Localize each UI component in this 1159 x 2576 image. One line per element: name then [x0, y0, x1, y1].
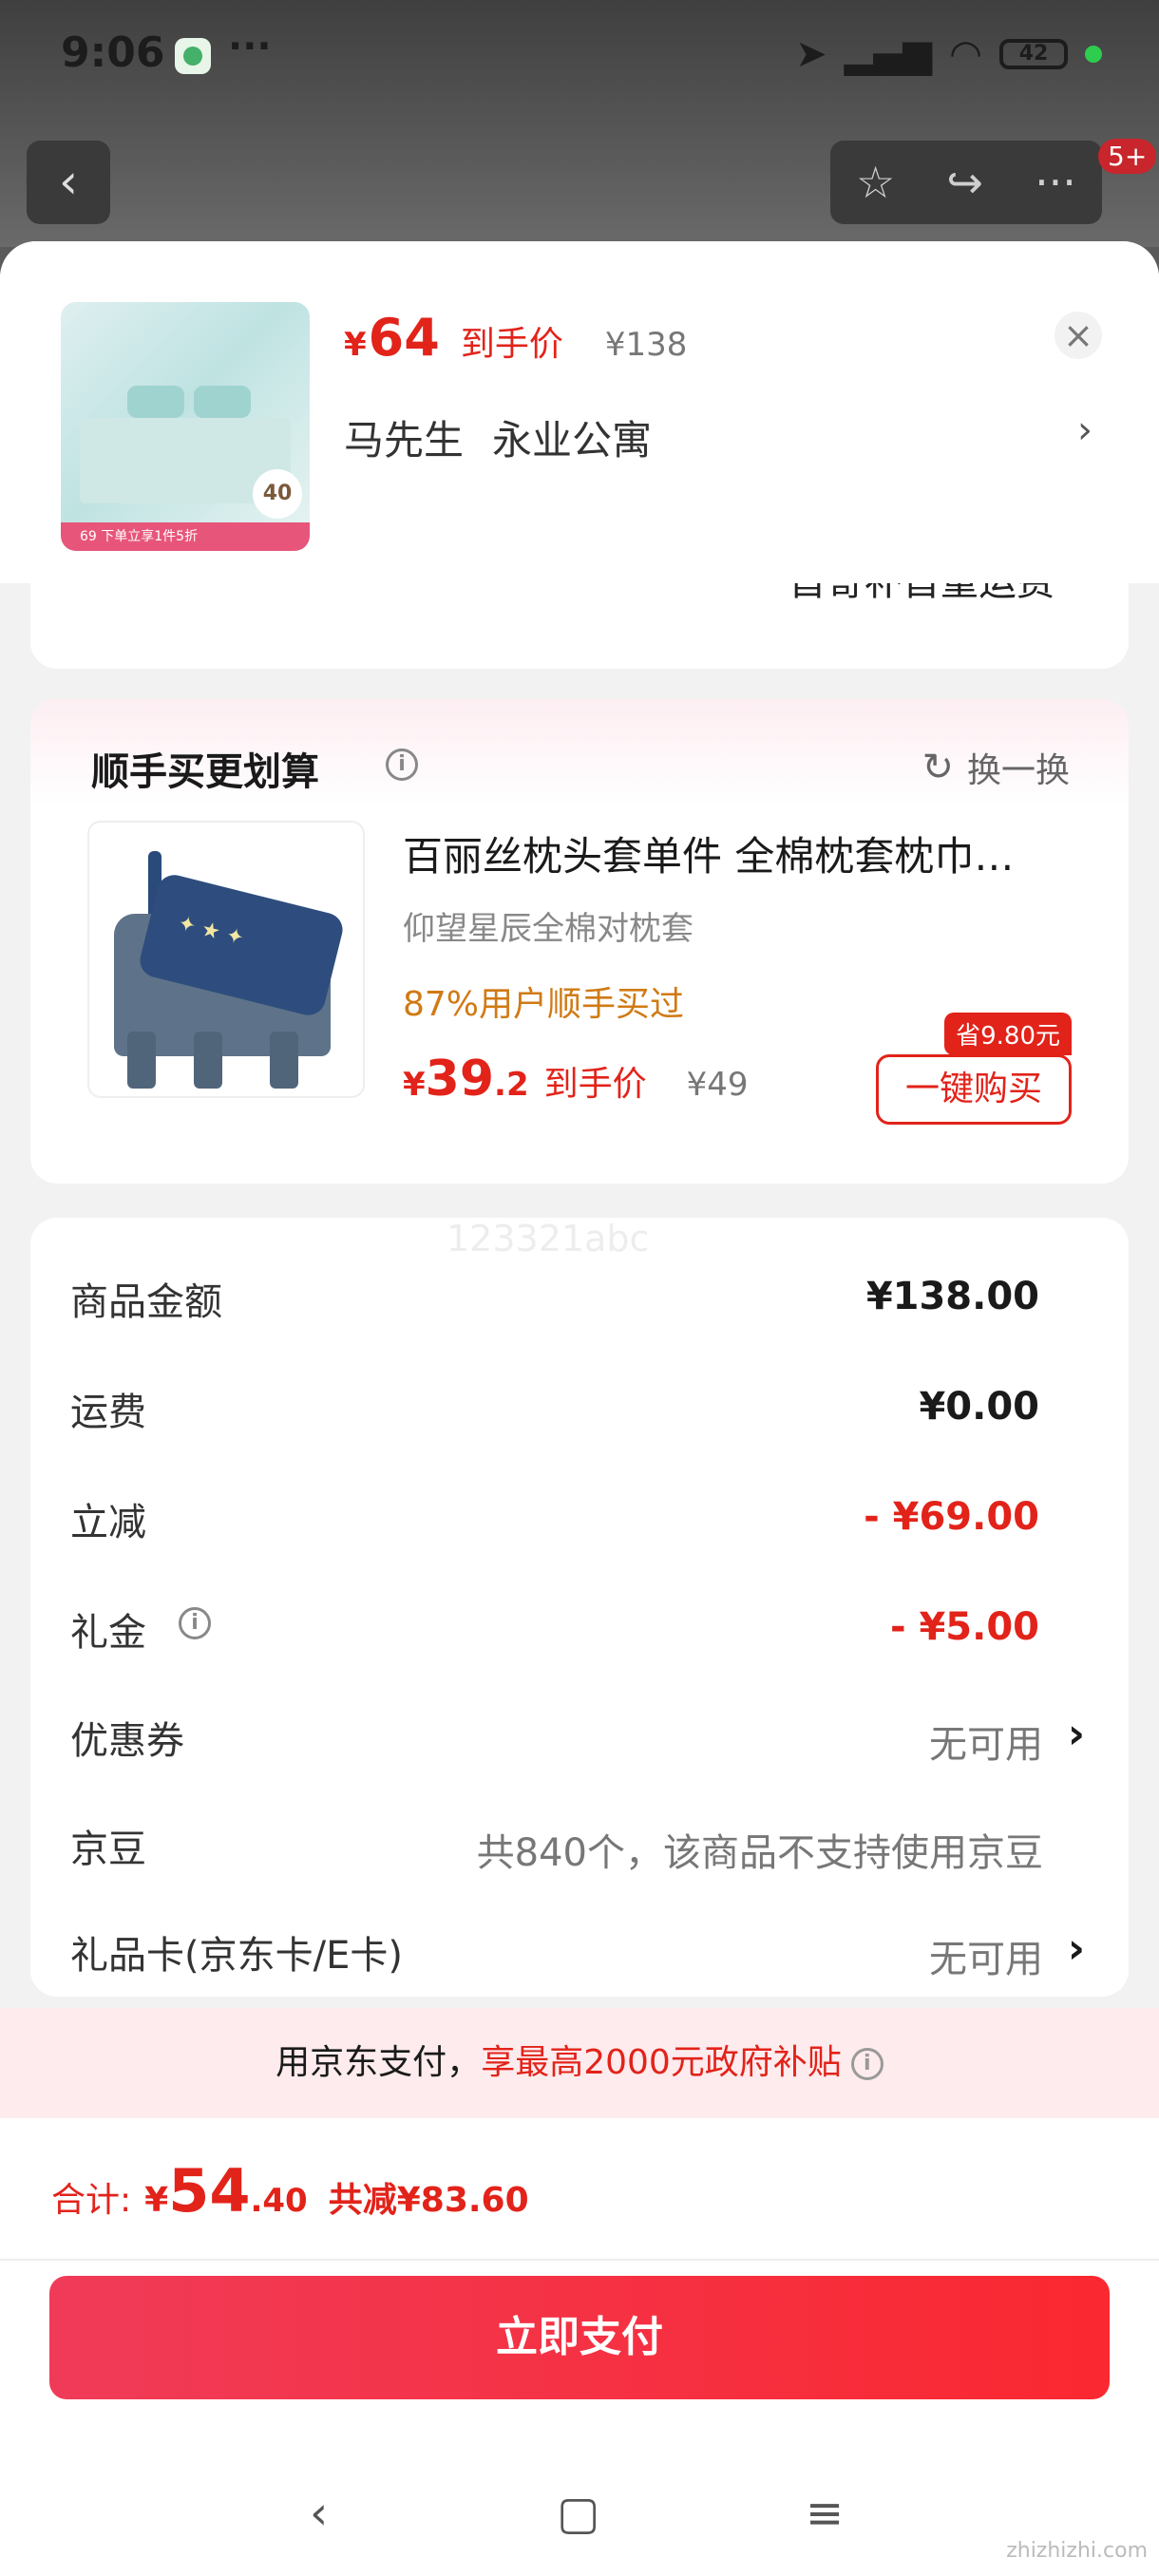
- order-summary: 40 69 下单立享1件5折 ¥ 64 到手价 ¥138 × 马先生 永业公寓 ›: [0, 241, 1159, 583]
- price-integer: 39: [425, 1051, 495, 1108]
- message-app-icon: [175, 38, 211, 74]
- product-thumbnail: 40 69 下单立享1件5折: [61, 302, 310, 551]
- refresh-icon: ↻: [922, 746, 954, 789]
- currency-symbol: ¥: [403, 1066, 426, 1104]
- address-text: 永业公寓: [492, 417, 653, 464]
- buyers-note: 87%用户顺手买过: [403, 985, 685, 1024]
- back-button[interactable]: ‹: [27, 141, 110, 224]
- one-click-buy-button[interactable]: 一键购买: [876, 1054, 1072, 1125]
- original-price: ¥49: [686, 1066, 749, 1104]
- chevron-right-icon[interactable]: ›: [1068, 1710, 1085, 1758]
- fee-row-gift-card[interactable]: 礼品卡(京东卡/E卡) 无可用 ›: [30, 1924, 1129, 2000]
- status-time: 9:06: [61, 28, 165, 77]
- fee-value: ¥0.00: [919, 1385, 1039, 1429]
- fee-label: 礼品卡(京东卡/E卡): [70, 1934, 403, 1978]
- watermark: 123321abc: [446, 1218, 650, 1260]
- recipient-name: 马先生: [344, 417, 465, 464]
- signal-icon: ▂▄▆: [844, 32, 933, 76]
- subsidy-banner[interactable]: 用京东支付，享最高2000元政府补贴 i: [0, 2008, 1159, 2118]
- system-back-icon[interactable]: ‹: [310, 2487, 328, 2540]
- fee-row-goods: 商品金额 ¥138.00: [30, 1271, 1129, 1347]
- fee-row-gift-money: 礼金 i - ¥5.00: [30, 1601, 1129, 1677]
- thumb-pillow: [194, 386, 251, 418]
- share-icon[interactable]: ↪: [946, 157, 983, 208]
- wifi-icon: ◠: [949, 32, 982, 76]
- fee-label: 立减: [70, 1501, 146, 1544]
- site-watermark: zhizhizhi.com: [1006, 2539, 1148, 2563]
- fee-value: - ¥69.00: [864, 1495, 1039, 1539]
- info-icon[interactable]: i: [850, 2048, 884, 2080]
- addon-recommendation: 顺手买更划算 i ↻ 换一换 百丽丝枕头套单件 全棉枕套枕巾… 仰望星辰全棉对枕…: [30, 699, 1129, 1184]
- price-tag: 到手价: [543, 1065, 647, 1104]
- price-tag: 到手价: [460, 325, 563, 364]
- total-saved: 共减¥83.60: [328, 2181, 529, 2220]
- swap-label: 换一换: [966, 751, 1070, 790]
- recommend-product-image[interactable]: [87, 821, 365, 1098]
- fee-label: 运费: [70, 1391, 146, 1434]
- fee-row-coupon[interactable]: 优惠券 无可用 ›: [30, 1710, 1129, 1786]
- status-more: ···: [228, 25, 272, 68]
- fee-label: 优惠券: [70, 1719, 184, 1763]
- fee-label: 商品金额: [70, 1280, 222, 1324]
- fee-row-jingdou: 京豆 共840个，该商品不支持使用京豆: [30, 1818, 1129, 1894]
- total-decimal: .40: [250, 2182, 308, 2220]
- swap-button[interactable]: ↻ 换一换: [922, 743, 1070, 792]
- status-indicators: ➤ ▂▄▆ ◠ 42: [795, 32, 1102, 76]
- status-bar: 9:06 ··· ➤ ▂▄▆ ◠ 42: [0, 0, 1159, 114]
- privacy-dot-icon: [1085, 46, 1102, 63]
- price-value: 64: [368, 308, 440, 368]
- recommend-product-variant: 仰望星辰全棉对枕套: [403, 910, 694, 948]
- message-badge: 5+: [1098, 139, 1157, 174]
- subsidy-highlight: 享最高2000元政府补贴: [481, 2043, 842, 2082]
- fee-breakdown: 123321abc 商品金额 ¥138.00 运费 ¥0.00 立减 - ¥69…: [30, 1218, 1129, 1997]
- more-icon[interactable]: ···: [1035, 157, 1076, 208]
- checkout-sheet: 40 69 下单立享1件5折 ¥ 64 到手价 ¥138 × 马先生 永业公寓 ›…: [0, 241, 1159, 2576]
- save-badge: 省9.80元: [944, 1013, 1072, 1055]
- pay-area: 立即支付 ‹ ▢ ≡ zhizhizhi.com: [0, 2261, 1159, 2576]
- chevron-right-icon[interactable]: ›: [1077, 408, 1092, 452]
- fee-value: 无可用: [929, 1723, 1043, 1767]
- total-integer: 54: [168, 2156, 251, 2226]
- chevron-right-icon[interactable]: ›: [1068, 1924, 1085, 1973]
- fee-row-discount: 立减 - ¥69.00: [30, 1491, 1129, 1567]
- order-total: 合计: ¥ 54 .40 共减¥83.60: [51, 2156, 529, 2226]
- favorite-icon[interactable]: ☆: [856, 157, 895, 208]
- thumb-pillow: [127, 386, 184, 418]
- info-icon[interactable]: i: [386, 748, 418, 781]
- original-price: ¥138: [604, 326, 688, 364]
- system-home-icon[interactable]: ▢: [557, 2487, 599, 2540]
- total-bar: 合计: ¥ 54 .40 共减¥83.60: [0, 2118, 1159, 2261]
- price-decimal: .2: [494, 1066, 529, 1104]
- total-label: 合计:: [51, 2181, 132, 2220]
- currency-symbol: ¥: [144, 2181, 169, 2220]
- fee-value: ¥138.00: [865, 1275, 1039, 1318]
- system-menu-icon[interactable]: ≡: [806, 2487, 844, 2540]
- system-navigation: ‹ ▢ ≡: [0, 2487, 1159, 2563]
- summary-price: ¥ 64 到手价 ¥138: [344, 308, 687, 368]
- thumb-badge: 40: [253, 469, 302, 519]
- image-chair-leg: [127, 1032, 156, 1089]
- pay-now-button[interactable]: 立即支付: [49, 2276, 1110, 2399]
- location-icon: ➤: [795, 32, 827, 76]
- battery-icon: 42: [999, 39, 1068, 69]
- image-chair-leg: [194, 1032, 222, 1089]
- fee-label: 礼金: [70, 1611, 146, 1655]
- recommend-product-name[interactable]: 百丽丝枕头套单件 全棉枕套枕巾…: [403, 824, 1074, 882]
- image-chair-leg: [270, 1032, 298, 1089]
- currency-symbol: ¥: [344, 326, 367, 364]
- recommend-price: ¥ 39 .2 到手价 ¥49: [403, 1051, 749, 1108]
- fee-row-shipping: 运费 ¥0.00: [30, 1381, 1129, 1457]
- fee-value: - ¥5.00: [889, 1605, 1039, 1649]
- subsidy-prefix: 用京东支付，: [276, 2043, 482, 2082]
- close-button[interactable]: ×: [1054, 312, 1102, 359]
- fee-value: 无可用: [929, 1938, 1043, 1981]
- fee-label: 京豆: [70, 1828, 146, 1871]
- fee-value: 共840个，该商品不支持使用京豆: [476, 1831, 1043, 1875]
- address-line[interactable]: 马先生 永业公寓: [344, 408, 652, 466]
- thumb-strip: 69 下单立享1件5折: [61, 522, 310, 551]
- nav-actions: ☆ ↪ ···: [830, 141, 1102, 224]
- recommend-title: 顺手买更划算: [91, 750, 319, 794]
- info-icon[interactable]: i: [179, 1607, 211, 1639]
